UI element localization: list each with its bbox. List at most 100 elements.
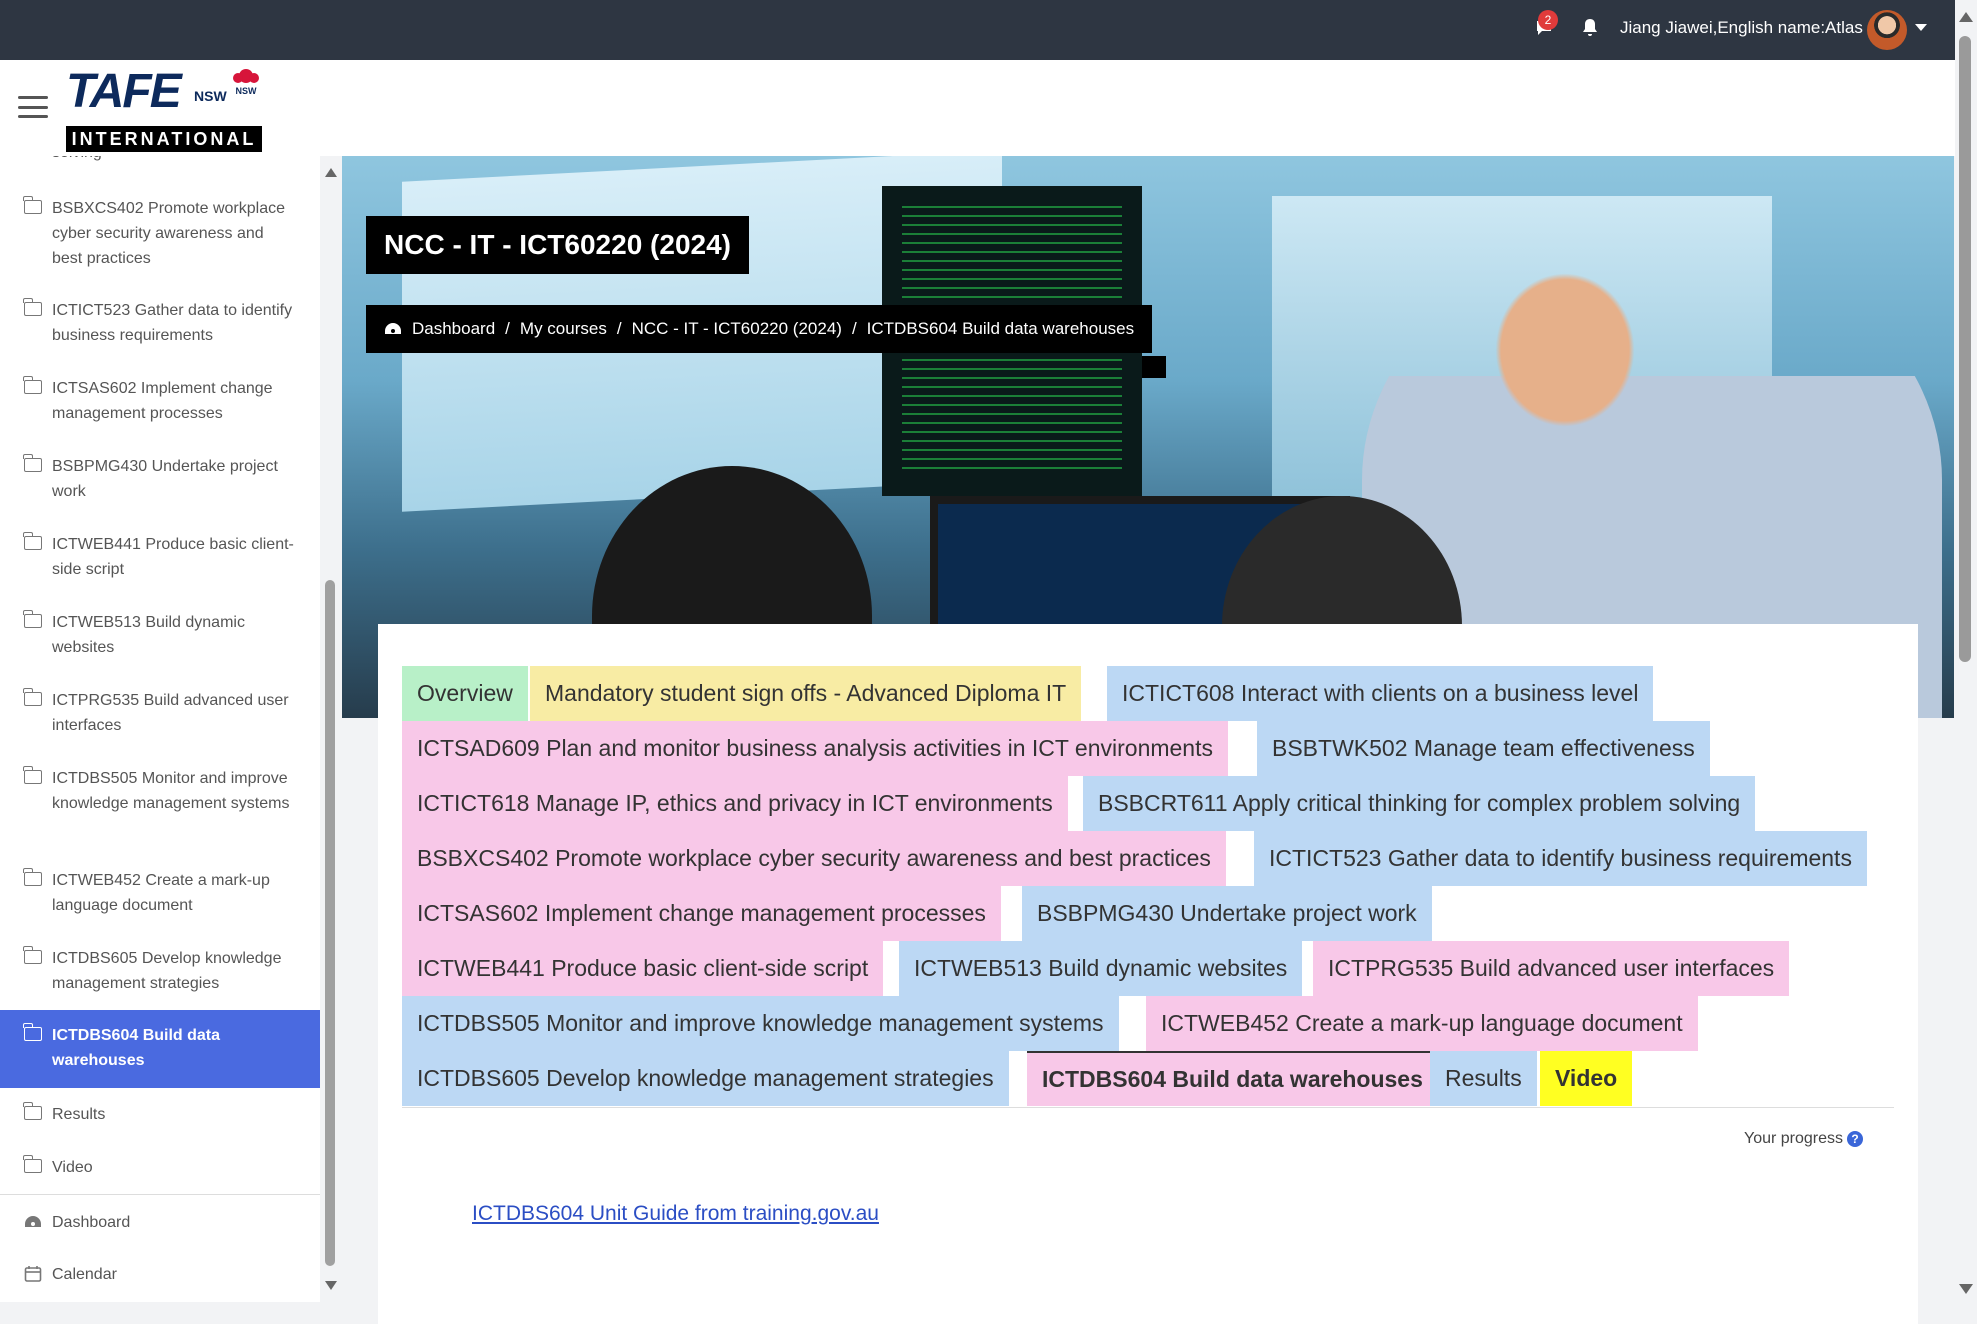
tab-ictweb452[interactable]: ICTWEB452 Create a mark-up language docu… (1146, 996, 1700, 1051)
sidebar-cut-off-text: solving (52, 156, 102, 162)
scroll-down-arrow-icon[interactable] (325, 1281, 337, 1290)
breadcrumb-separator: / (505, 319, 510, 338)
tab-ictdbs605[interactable]: ICTDBS605 Develop knowledge management s… (402, 1051, 1011, 1106)
tab-bsbcrt611[interactable]: BSBCRT611 Apply critical thinking for co… (1083, 776, 1758, 831)
svg-text:NSW: NSW (236, 86, 258, 96)
tab-ictict523[interactable]: ICTICT523 Gather data to identify busine… (1254, 831, 1869, 886)
scroll-down-arrow-icon[interactable] (1959, 1284, 1973, 1294)
user-name[interactable]: Jiang Jiawei,English name:Atlas (1620, 18, 1863, 38)
sidebar-item-ictdbs505[interactable]: ICTDBS505 Monitor and improve knowledge … (0, 766, 320, 844)
sidebar-item-label: ICTDBS605 Develop knowledge management s… (52, 950, 282, 992)
tab-bsbtwk502[interactable]: BSBTWK502 Manage team effectiveness (1257, 721, 1712, 776)
sidebar-item-label: ICTPRG535 Build advanced user interfaces (52, 692, 289, 734)
sidebar-item-results[interactable]: Results (0, 1102, 320, 1132)
progress-label: Your progress (1744, 1130, 1844, 1147)
user-menu-caret-icon[interactable] (1915, 24, 1927, 31)
sidebar-item-ictict523[interactable]: ICTICT523 Gather data to identify busine… (0, 298, 320, 352)
scroll-up-arrow-icon[interactable] (1959, 12, 1973, 22)
folder-icon (23, 298, 42, 316)
folder-icon (23, 766, 42, 784)
message-count-badge: 2 (1538, 10, 1558, 30)
sidebar-dashboard-link[interactable]: Dashboard (0, 1210, 320, 1240)
help-question-icon[interactable]: ? (1847, 1131, 1864, 1147)
logo-tafe-text: TAFE (66, 65, 182, 118)
tab-bsbpmg430[interactable]: BSBPMG430 Undertake project work (1022, 886, 1434, 941)
notifications-bell-icon[interactable] (1576, 14, 1604, 42)
your-progress: Your progress ? (1744, 1130, 1864, 1148)
sidebar-item-bsbxcs402[interactable]: BSBXCS402 Promote workplace cyber securi… (0, 196, 320, 274)
tab-bsbxcs402[interactable]: BSBXCS402 Promote workplace cyber securi… (402, 831, 1228, 886)
tab-overview[interactable]: Overview (402, 666, 530, 721)
sidebar-item-label: ICTDBS604 Build data warehouses (52, 1027, 221, 1069)
sidebar-item-label: Video (52, 1159, 93, 1176)
sidebar-item-ictsas602[interactable]: ICTSAS602 Implement change management pr… (0, 376, 320, 430)
sidebar-item-bsbpmg430[interactable]: BSBPMG430 Undertake project work (0, 454, 320, 508)
tab-ictweb441[interactable]: ICTWEB441 Produce basic client-side scri… (402, 941, 886, 996)
tab-ictsas602[interactable]: ICTSAS602 Implement change management pr… (402, 886, 1003, 941)
breadcrumb: Dashboard / My courses / NCC - IT - ICT6… (366, 305, 1153, 353)
sidebar-item-label: ICTICT523 Gather data to identify busine… (52, 302, 293, 344)
logo-nsw-text: NSW (194, 88, 227, 104)
folder-icon (23, 1155, 42, 1173)
breadcrumb-my-courses[interactable]: My courses (520, 319, 607, 339)
folder-icon (23, 1023, 42, 1041)
folder-icon (23, 610, 42, 628)
sidebar-item-label: ICTWEB441 Produce basic client-side scri… (52, 536, 294, 578)
scrollbar-thumb[interactable] (325, 580, 335, 1266)
sidebar-item-video[interactable]: Video (0, 1155, 320, 1185)
folder-icon (23, 376, 42, 394)
top-navbar: 2 Jiang Jiawei,English name:Atlas (0, 0, 1977, 60)
tab-ictdbs604-current[interactable]: ICTDBS604 Build data warehouses (1027, 1051, 1440, 1106)
sidebar-item-label: ICTWEB513 Build dynamic websites (52, 614, 245, 656)
user-avatar[interactable] (1867, 10, 1907, 50)
sidebar-item-label: Results (52, 1106, 106, 1123)
sidebar-divider (0, 1194, 320, 1195)
sidebar-item-ictprg535[interactable]: ICTPRG535 Build advanced user interfaces (0, 688, 320, 742)
tabs-divider (402, 1107, 1894, 1108)
logo-header: TAFE NSW NSW INTERNATIONAL (0, 60, 1955, 156)
course-index-sidebar: solving BSBXCS402 Promote workplace cybe… (0, 156, 320, 1302)
breadcrumb-block (1142, 356, 1166, 378)
tab-mandatory-sign-offs[interactable]: Mandatory student sign offs - Advanced D… (530, 666, 1084, 721)
sidebar-item-ictweb441[interactable]: ICTWEB441 Produce basic client-side scri… (0, 532, 320, 586)
scroll-up-arrow-icon[interactable] (325, 168, 337, 177)
tab-ictict618[interactable]: ICTICT618 Manage IP, ethics and privacy … (402, 776, 1070, 831)
tab-results[interactable]: Results (1430, 1051, 1539, 1106)
folder-icon (23, 1102, 42, 1120)
sidebar-item-ictdbs604-active[interactable]: ICTDBS604 Build data warehouses (0, 1010, 320, 1088)
waratah-icon: NSW (233, 69, 259, 96)
dashboard-gauge-icon (25, 1216, 41, 1227)
sidebar-calendar-link[interactable]: Calendar (0, 1262, 320, 1292)
folder-icon (23, 946, 42, 964)
breadcrumb-current-section[interactable]: ICTDBS604 Build data warehouses (867, 319, 1134, 339)
sidebar-scrollbar[interactable] (323, 156, 337, 1302)
sidebar-item-label: Calendar (52, 1266, 117, 1283)
sidebar-item-ictweb513[interactable]: ICTWEB513 Build dynamic websites (0, 610, 320, 664)
sidebar-item-label: ICTWEB452 Create a mark-up language docu… (52, 872, 270, 914)
course-title: NCC - IT - ICT60220 (2024) (366, 216, 749, 274)
tab-ictdbs505[interactable]: ICTDBS505 Monitor and improve knowledge … (402, 996, 1121, 1051)
breadcrumb-separator: / (851, 319, 857, 338)
sidebar-item-label: BSBPMG430 Undertake project work (52, 458, 278, 500)
scrollbar-thumb[interactable] (1959, 36, 1971, 662)
tab-ictprg535[interactable]: ICTPRG535 Build advanced user interfaces (1313, 941, 1792, 996)
logo-international-text: INTERNATIONAL (66, 126, 262, 152)
calendar-icon (24, 1266, 42, 1282)
folder-icon (23, 868, 42, 886)
hamburger-menu-icon[interactable] (18, 96, 48, 118)
tab-ictsad609[interactable]: ICTSAD609 Plan and monitor business anal… (402, 721, 1230, 776)
tab-video[interactable]: Video (1540, 1051, 1635, 1106)
breadcrumb-separator: / (616, 319, 622, 338)
sidebar-item-label: Dashboard (52, 1214, 131, 1231)
breadcrumb-dashboard[interactable]: Dashboard (412, 319, 495, 339)
sidebar-item-ictdbs605[interactable]: ICTDBS605 Develop knowledge management s… (0, 946, 320, 1000)
breadcrumb-course[interactable]: NCC - IT - ICT60220 (2024) (632, 319, 842, 339)
tab-ictweb513[interactable]: ICTWEB513 Build dynamic websites (899, 941, 1305, 996)
unit-guide-link[interactable]: ICTDBS604 Unit Guide from training.gov.a… (472, 1202, 879, 1226)
dashboard-gauge-icon (385, 323, 401, 334)
tafe-nsw-international-logo[interactable]: TAFE NSW NSW INTERNATIONAL (64, 64, 264, 154)
tab-ictict608[interactable]: ICTICT608 Interact with clients on a bus… (1107, 666, 1656, 721)
sidebar-item-ictweb452[interactable]: ICTWEB452 Create a mark-up language docu… (0, 868, 320, 922)
folder-icon (23, 196, 42, 214)
page-scrollbar[interactable] (1955, 0, 1977, 1302)
